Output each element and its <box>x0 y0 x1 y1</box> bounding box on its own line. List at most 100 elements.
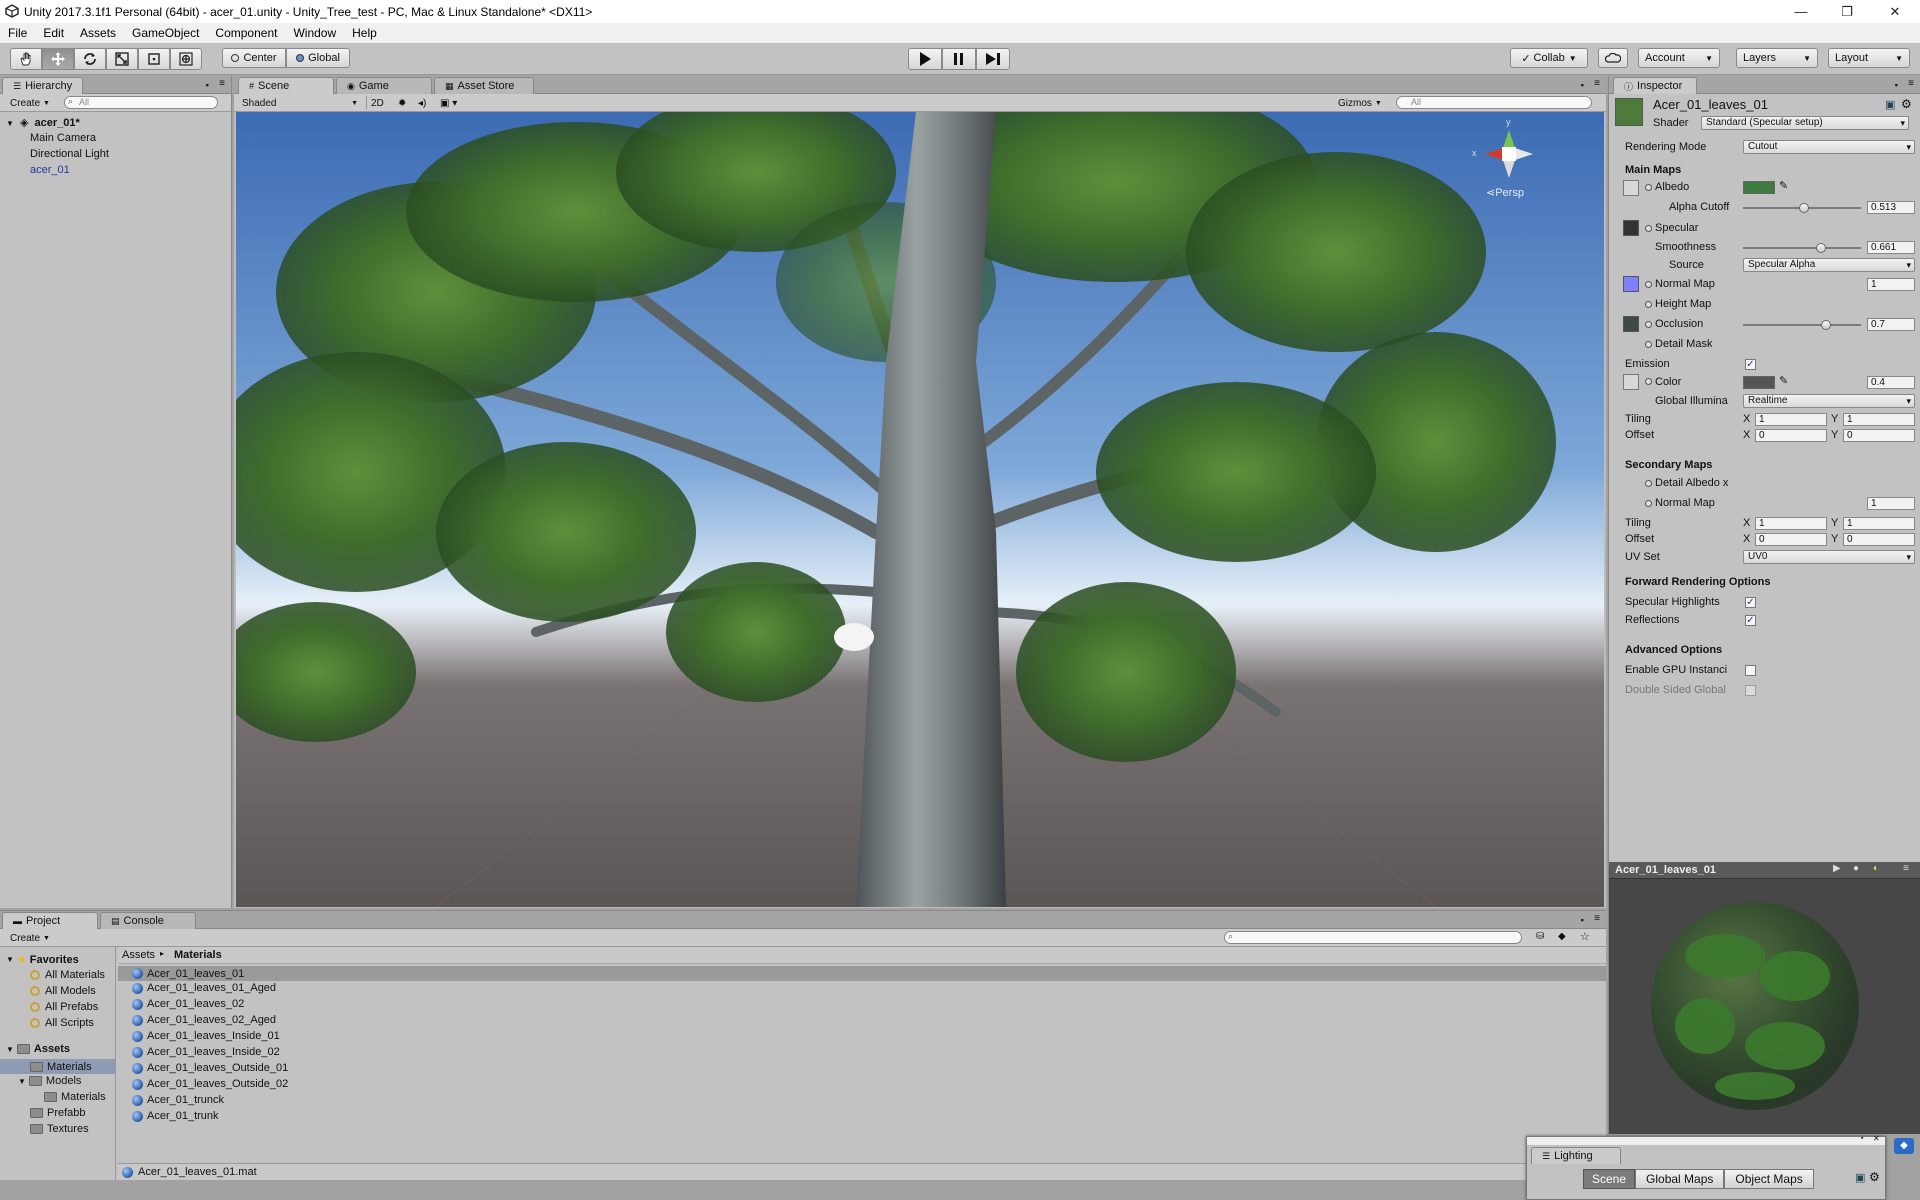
project-search-input[interactable] <box>1224 931 1522 944</box>
menu-gameobject[interactable]: GameObject <box>124 26 207 40</box>
tab-lighting[interactable]: ☰ Lighting <box>1531 1147 1621 1164</box>
occlusion-picker-dot[interactable] <box>1645 321 1652 328</box>
global-illumination-dropdown[interactable]: Realtime <box>1743 394 1915 408</box>
source-dropdown[interactable]: Specular Alpha <box>1743 258 1915 272</box>
tab-game[interactable]: ◉ Game <box>336 77 432 94</box>
emission-texture-slot[interactable] <box>1623 374 1639 390</box>
favorite-all-materials[interactable]: All Materials <box>30 969 105 981</box>
smoothness-field[interactable]: 0.661 <box>1867 241 1915 254</box>
tree-item-models-materials[interactable]: Materials <box>44 1091 106 1103</box>
tree-item-materials[interactable]: Materials <box>0 1059 115 1074</box>
eyedropper-icon[interactable]: ✎ <box>1779 374 1788 387</box>
hierarchy-create-button[interactable]: Create ▼ <box>6 96 54 110</box>
pivot-center-button[interactable]: Center <box>222 48 286 68</box>
albedo-texture-slot[interactable] <box>1623 180 1639 196</box>
collab-dropdown[interactable]: ✓ Collab ▼ <box>1510 48 1588 68</box>
favorites-header[interactable]: ▼ ★ Favorites <box>6 953 79 967</box>
filter-label-icon[interactable]: ◆ <box>1558 931 1566 942</box>
detail-mask-picker-dot[interactable] <box>1645 341 1652 348</box>
scene-search-input[interactable]: All <box>1396 96 1592 109</box>
space-global-button[interactable]: Global <box>286 48 350 68</box>
lighting-toggle-icon[interactable]: ✹ <box>394 96 410 110</box>
rotate-tool-icon[interactable] <box>74 48 106 70</box>
gpu-instancing-checkbox[interactable] <box>1745 665 1756 676</box>
layout-dropdown[interactable]: Layout ▼ <box>1828 48 1910 68</box>
help-icon[interactable]: ▣ <box>1855 1171 1865 1184</box>
specular-color-slot[interactable] <box>1623 220 1639 236</box>
alpha-cutoff-field[interactable]: 0.513 <box>1867 201 1915 214</box>
file-row[interactable]: Acer_01_leaves_Inside_01 <box>132 1030 280 1042</box>
breadcrumb-materials[interactable]: Materials <box>174 949 222 961</box>
panel-menu-icon[interactable]: ≡ <box>1908 78 1914 89</box>
panel-menu-icon[interactable]: ≡ <box>1594 78 1600 89</box>
project-create-button[interactable]: Create ▼ <box>6 931 54 945</box>
sphere-icon[interactable]: ● <box>1853 863 1859 874</box>
favorite-all-models[interactable]: All Models <box>30 985 96 997</box>
albedo-picker-dot[interactable] <box>1645 184 1652 191</box>
help-icon[interactable]: ▣ <box>1885 98 1895 111</box>
sec-tiling-x-field[interactable]: 1 <box>1755 517 1827 530</box>
uv-set-dropdown[interactable]: UV0 <box>1743 550 1915 564</box>
detail-albedo-picker-dot[interactable] <box>1645 480 1652 487</box>
file-row[interactable]: Acer_01_leaves_Outside_02 <box>132 1078 288 1090</box>
lighting-tab-global-maps[interactable]: Global Maps <box>1635 1169 1725 1189</box>
lock-icon[interactable]: ▪ <box>1581 80 1584 90</box>
menu-file[interactable]: File <box>0 26 35 40</box>
menu-edit[interactable]: Edit <box>35 26 72 40</box>
shading-mode-dropdown[interactable]: Shaded ▼ <box>238 96 362 110</box>
favorite-all-prefabs[interactable]: All Prefabs <box>30 1001 98 1013</box>
tab-console[interactable]: ▤ Console <box>100 912 196 929</box>
maximize-icon[interactable]: ▪ <box>1861 1135 1863 1142</box>
tab-asset-store[interactable]: ▦ Asset Store <box>434 77 534 94</box>
tree-item-models[interactable]: ▼ Models <box>18 1075 81 1087</box>
close-icon[interactable]: ✕ <box>1873 1134 1880 1143</box>
hierarchy-item-acer-01[interactable]: acer_01 <box>30 164 70 176</box>
emission-color-swatch[interactable] <box>1743 376 1775 389</box>
pause-button[interactable] <box>942 48 976 70</box>
transform-tool-icon[interactable] <box>170 48 202 70</box>
minimize-button[interactable]: — <box>1778 0 1824 23</box>
audio-toggle-icon[interactable]: ◂) <box>414 96 430 110</box>
tree-item-prefabb[interactable]: Prefabb <box>30 1107 86 1119</box>
scene-viewport[interactable]: y x ⋖Persp <box>236 112 1604 907</box>
emission-checkbox[interactable]: ✓ <box>1745 359 1756 370</box>
smoothness-knob[interactable] <box>1815 243 1826 253</box>
height-map-picker-dot[interactable] <box>1645 301 1652 308</box>
alpha-cutoff-knob[interactable] <box>1798 203 1809 213</box>
sec-offset-y-field[interactable]: 0 <box>1843 533 1915 546</box>
albedo-color-swatch[interactable] <box>1743 181 1775 194</box>
tree-item-textures[interactable]: Textures <box>30 1123 89 1135</box>
favorite-all-scripts[interactable]: All Scripts <box>30 1017 94 1029</box>
lighting-window-titlebar[interactable]: ▪ ✕ <box>1527 1134 1885 1145</box>
specular-highlights-checkbox[interactable]: ✓ <box>1745 597 1756 608</box>
file-row[interactable]: Acer_01_leaves_01_Aged <box>132 982 276 994</box>
reflections-checkbox[interactable]: ✓ <box>1745 615 1756 626</box>
emission-intensity-field[interactable]: 0.4 <box>1867 376 1915 389</box>
normal-map-texture-slot[interactable] <box>1623 276 1639 292</box>
step-button[interactable] <box>976 48 1010 70</box>
occlusion-knob[interactable] <box>1820 320 1831 330</box>
scene-root[interactable]: ▼ ◈ acer_01* <box>6 116 80 129</box>
assets-root[interactable]: ▼ Assets <box>6 1043 70 1055</box>
tab-hierarchy[interactable]: ☰ Hierarchy <box>2 77 84 94</box>
hierarchy-item-directional-light[interactable]: Directional Light <box>30 148 109 160</box>
sec-offset-x-field[interactable]: 0 <box>1755 533 1827 546</box>
panel-menu-icon[interactable]: ≡ <box>219 78 225 89</box>
menu-help[interactable]: Help <box>344 26 385 40</box>
notification-tag-icon[interactable]: ◆ <box>1894 1138 1914 1154</box>
favorite-star-icon[interactable]: ☆ <box>1580 930 1590 943</box>
tiling-x-field[interactable]: 1 <box>1755 413 1827 426</box>
account-dropdown[interactable]: Account ▼ <box>1638 48 1720 68</box>
tab-inspector[interactable]: ⓘ Inspector <box>1613 77 1697 94</box>
2d-toggle[interactable]: 2D <box>366 96 388 110</box>
play-icon[interactable]: ▶ <box>1833 863 1841 874</box>
lock-icon[interactable]: ▪ <box>1895 80 1898 90</box>
hierarchy-item-main-camera[interactable]: Main Camera <box>30 132 96 144</box>
eyedropper-icon[interactable]: ✎ <box>1779 179 1788 192</box>
menu-assets[interactable]: Assets <box>72 26 124 40</box>
normal-map-picker-dot[interactable] <box>1645 281 1652 288</box>
lighting-tab-object-maps[interactable]: Object Maps <box>1724 1169 1814 1189</box>
hierarchy-search-input[interactable]: All <box>64 96 218 109</box>
double-sided-gi-checkbox[interactable] <box>1745 685 1756 696</box>
scale-tool-icon[interactable] <box>106 48 138 70</box>
